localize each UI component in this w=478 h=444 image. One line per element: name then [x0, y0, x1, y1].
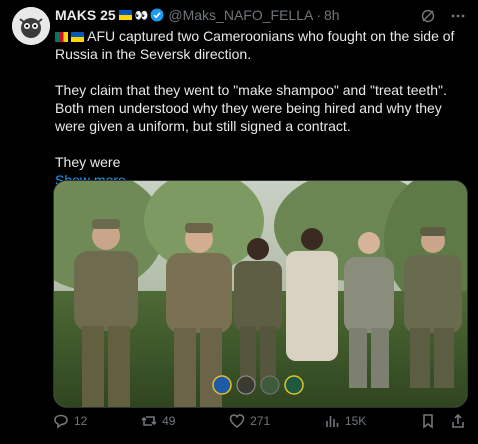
tweet-secondary-actions [420, 413, 466, 429]
tweet-header: MAKS 25 👀 @Maks_NAFO_FELLA · 8h [55, 6, 475, 24]
author-handle[interactable]: @Maks_NAFO_FELLA [168, 7, 313, 23]
reply-button[interactable]: 12 [53, 413, 87, 429]
views-count: 15K [344, 414, 367, 428]
grok-icon[interactable] [420, 8, 436, 24]
tweet-card[interactable]: MAKS 25 👀 @Maks_NAFO_FELLA · 8h AFU capt… [0, 0, 478, 444]
like-count: 271 [250, 414, 271, 428]
tweet-actions: 12 49 271 15K [53, 413, 466, 429]
eyes-emoji: 👀 [134, 9, 149, 22]
reply-count: 12 [74, 414, 88, 428]
timestamp[interactable]: 8h [324, 7, 340, 23]
views-button[interactable]: 15K [324, 413, 366, 429]
tweet-paragraph-2: They claim that they went to "make shamp… [55, 82, 447, 134]
share-button[interactable] [450, 413, 466, 429]
tweet-paragraph-3: They were [55, 154, 121, 170]
avatar[interactable] [12, 7, 50, 45]
bookmark-button[interactable] [420, 413, 436, 429]
share-icon [452, 413, 464, 428]
tweet-text: AFU captured two Cameroonians who fought… [55, 27, 465, 189]
bookmark-icon [423, 414, 433, 429]
tweet-paragraph-1: AFU captured two Cameroonians who fought… [55, 28, 455, 62]
separator-dot: · [316, 7, 321, 23]
repost-icon [141, 416, 157, 426]
like-icon [229, 414, 245, 429]
reply-icon [54, 414, 68, 429]
more-icon[interactable] [450, 8, 466, 24]
ukraine-flag-icon [118, 10, 132, 20]
header-actions [420, 8, 466, 24]
cameroon-flag-icon [55, 32, 68, 43]
ukraine-flag-icon [71, 32, 84, 43]
views-icon [326, 416, 339, 427]
verified-badge-icon [150, 8, 164, 22]
author-name[interactable]: MAKS 25 [55, 7, 116, 23]
repost-button[interactable]: 49 [141, 413, 175, 429]
like-button[interactable]: 271 [229, 413, 270, 429]
repost-count: 49 [162, 414, 176, 428]
photo-six-men-in-orchard [54, 181, 467, 407]
tweet-photo[interactable] [53, 180, 468, 408]
